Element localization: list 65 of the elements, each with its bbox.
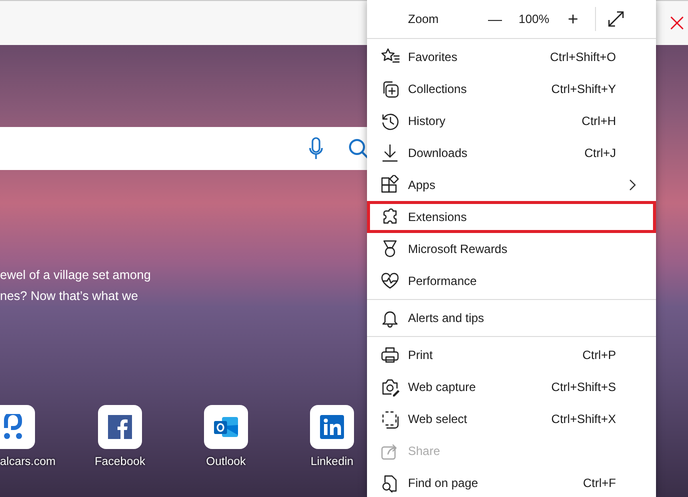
zoom-label: Zoom xyxy=(408,12,440,26)
fullscreen-button[interactable] xyxy=(606,9,626,29)
shortcut-text: Ctrl+P xyxy=(582,348,616,362)
item-label: Share xyxy=(408,444,442,458)
item-label: History xyxy=(408,114,446,128)
item-label: Collections xyxy=(408,82,468,96)
menu-item[interactable]: Favorites Ctrl+Shift+O xyxy=(367,41,656,73)
zoom-out-button[interactable]: — xyxy=(482,11,508,27)
shortcut-text: Ctrl+J xyxy=(584,146,616,160)
outlook-logo-icon xyxy=(213,415,239,439)
tile-label[interactable]: Linkedin xyxy=(310,456,354,468)
history-icon xyxy=(380,111,400,131)
item-label: Apps xyxy=(408,178,436,192)
menu-item[interactable]: Collections Ctrl+Shift+Y xyxy=(367,73,656,105)
shortcut-text: Ctrl+Shift+O xyxy=(550,50,616,64)
download-icon xyxy=(380,143,400,163)
item-label: Find on page xyxy=(408,476,480,490)
caption-text: nes? Now that’s what we xyxy=(0,288,138,305)
microphone-icon[interactable] xyxy=(309,136,323,160)
menu-item[interactable]: Find on page Ctrl+F xyxy=(367,467,656,497)
site-tile[interactable] xyxy=(0,405,35,449)
site-tile[interactable] xyxy=(204,405,248,449)
item-label: Print xyxy=(408,348,434,362)
printer-icon xyxy=(380,345,400,365)
caption-text: ewel of a village set among xyxy=(0,267,151,284)
item-label: Web select xyxy=(408,412,468,426)
menu-item[interactable]: Alerts and tips xyxy=(367,302,656,334)
item-label: Web capture xyxy=(408,380,477,394)
camera-pen-icon xyxy=(380,377,400,397)
menu-item[interactable]: Microsoft Rewards xyxy=(367,233,656,265)
site-tile[interactable] xyxy=(98,405,142,449)
menu-item[interactable]: Web select Ctrl+Shift+X xyxy=(367,403,656,435)
shortcut-text: Ctrl+F xyxy=(583,476,616,490)
site-tile[interactable] xyxy=(310,405,354,449)
zoom-in-button[interactable]: + xyxy=(560,8,586,30)
menu-item[interactable]: Print Ctrl+P xyxy=(367,339,656,371)
menu-item[interactable]: History Ctrl+H xyxy=(367,105,656,137)
dashed-select-icon xyxy=(380,409,400,429)
tile-label[interactable]: Facebook xyxy=(94,456,146,468)
item-label: Microsoft Rewards xyxy=(408,242,508,256)
tile-label[interactable]: alcars.com xyxy=(0,456,56,468)
chevron-right-icon xyxy=(628,179,636,191)
menu-item[interactable]: Downloads Ctrl+J xyxy=(367,137,656,169)
facebook-logo-icon xyxy=(108,415,132,439)
apps-icon xyxy=(380,175,400,195)
heart-pulse-icon xyxy=(380,271,400,291)
item-label: Favorites xyxy=(408,50,458,64)
tile-label[interactable]: Outlook xyxy=(206,456,246,468)
menu-item[interactable]: Performance xyxy=(367,265,656,297)
menu-item[interactable]: Extensions xyxy=(367,201,656,233)
shortcut-text: Ctrl+H xyxy=(582,114,616,128)
car-logo-icon xyxy=(2,414,24,440)
search-icon[interactable] xyxy=(348,138,370,160)
shortcut-text: Ctrl+Shift+Y xyxy=(551,82,616,96)
menu-item[interactable]: Apps xyxy=(367,169,656,201)
item-label: Downloads xyxy=(408,146,468,160)
menu-item[interactable]: Web capture Ctrl+Shift+S xyxy=(367,371,656,403)
item-label: Alerts and tips xyxy=(408,311,486,325)
close-icon[interactable] xyxy=(670,16,684,30)
shortcut-text: Ctrl+Shift+S xyxy=(551,380,616,394)
linkedin-logo-icon xyxy=(320,415,344,439)
item-label: Performance xyxy=(408,274,478,288)
zoom-value: 100% xyxy=(518,12,550,26)
item-label: Extensions xyxy=(408,210,468,224)
shortcut-text: Ctrl+Shift+X xyxy=(551,412,616,426)
